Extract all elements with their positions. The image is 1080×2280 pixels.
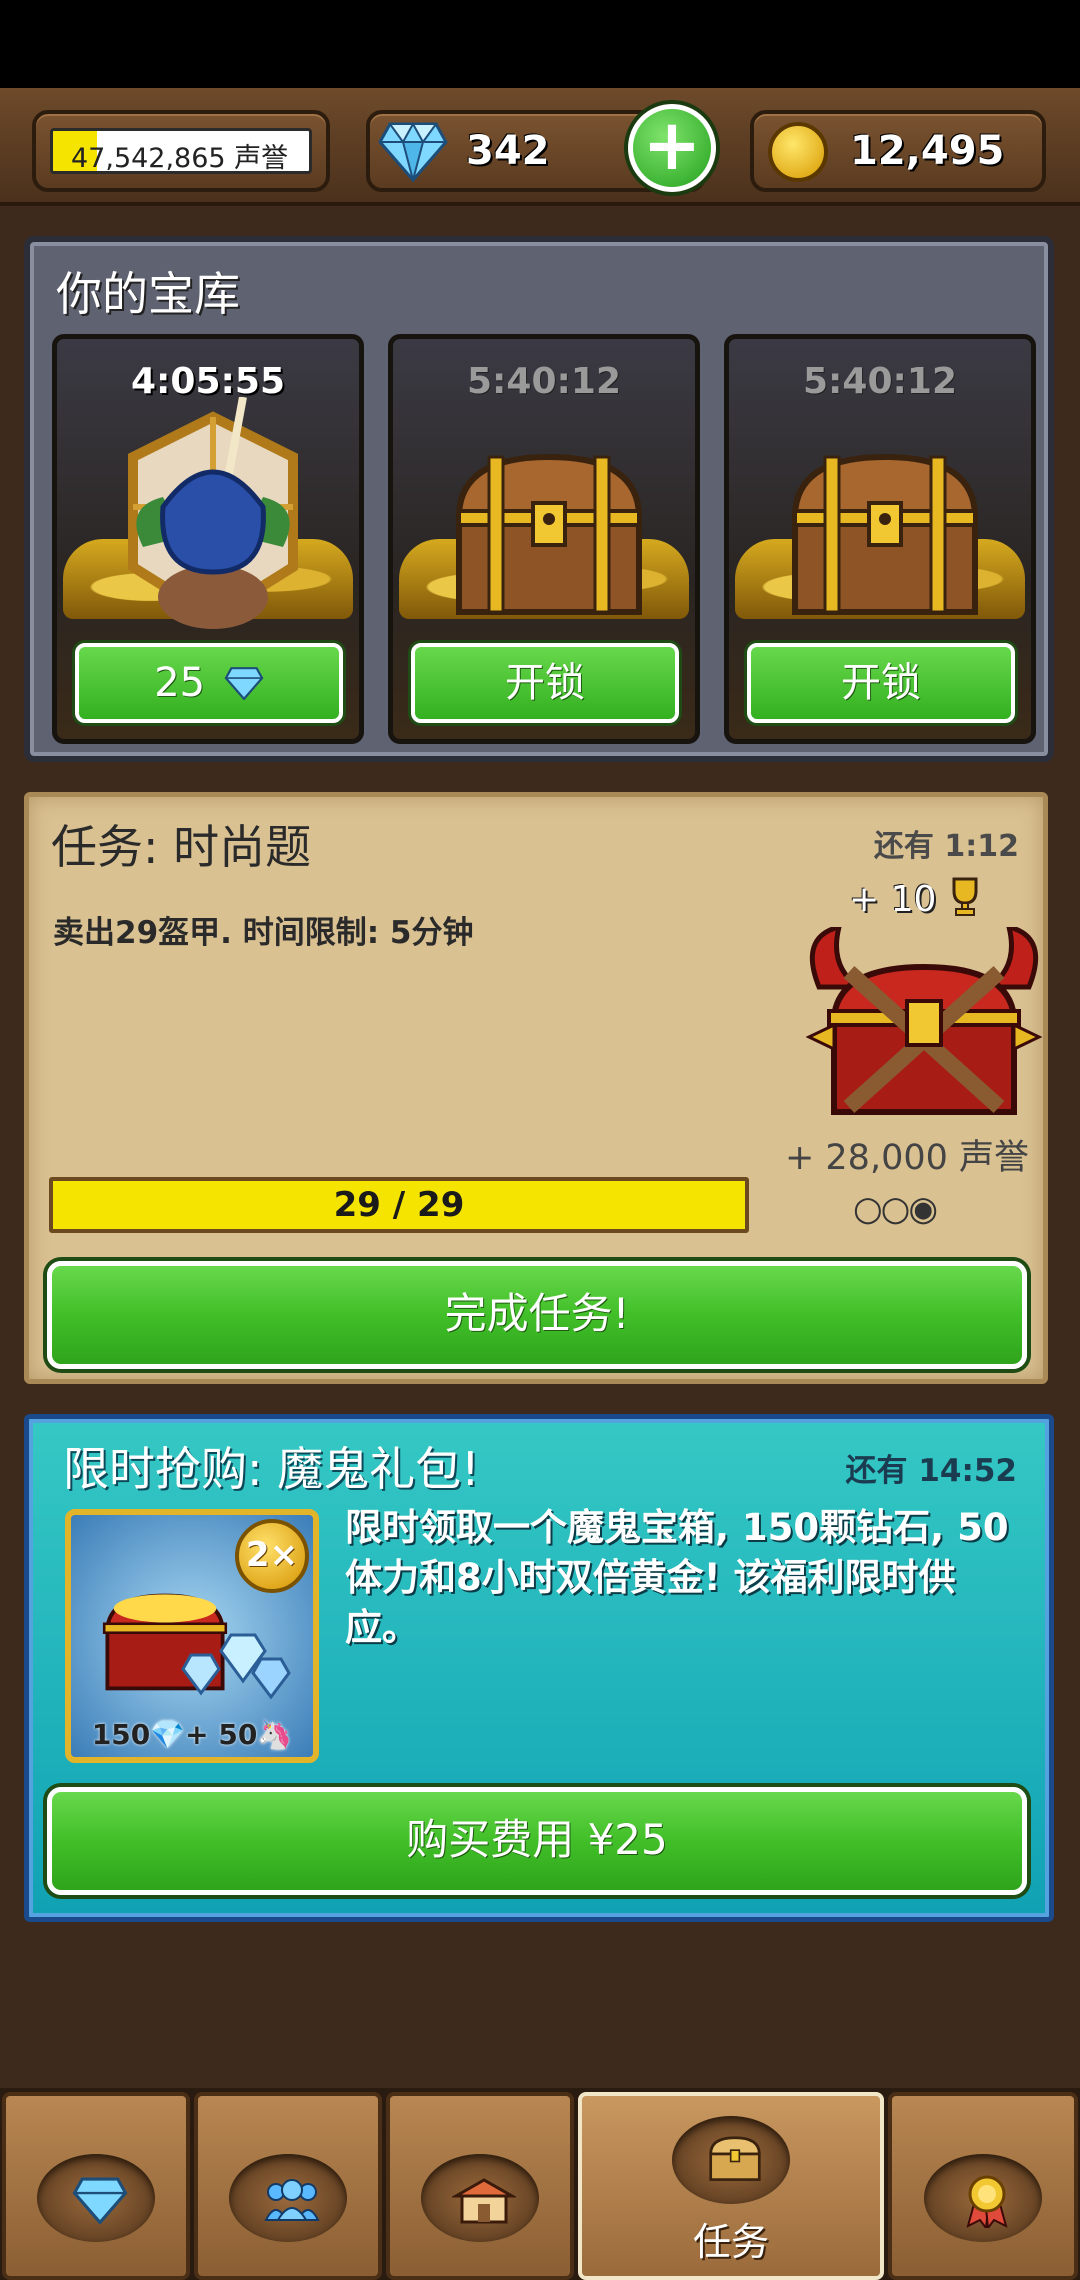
fame-counter: 47,542,865 声誉 bbox=[32, 110, 330, 192]
treasure-chest-icon bbox=[791, 453, 979, 615]
trophy-reward-value: + 10 bbox=[849, 879, 937, 920]
quest-panel: 任务: 时尚题 还有 1:12 卖出29盔甲. 时间限制: 5分钟 + 10 +… bbox=[24, 792, 1048, 1384]
gem-count: 342 bbox=[466, 128, 550, 174]
gold-coin-icon bbox=[768, 122, 828, 182]
vault-title: 你的宝库 bbox=[56, 267, 240, 321]
vault-slot-1[interactable]: 4:05:55 25 bbox=[52, 334, 364, 744]
add-gems-button[interactable]: + bbox=[628, 104, 716, 192]
bottom-navigation: 任务 bbox=[0, 2088, 1080, 2280]
nav-quests-label: 任务 bbox=[692, 2220, 769, 2264]
vault-panel: 你的宝库 4:05:55 25 5:40:12 开锁 5:40:12 开锁 bbox=[24, 236, 1054, 762]
devil-chest-icon bbox=[805, 927, 1043, 1115]
vault-slot-2[interactable]: 5:40:12 开锁 bbox=[388, 334, 700, 744]
flash-sale-description: 限时领取一个魔鬼宝箱, 150颗钻石, 50体力和8小时双倍黄金! 该福利限时供… bbox=[345, 1506, 1009, 1649]
diamond-pile-icon bbox=[181, 1633, 291, 1700]
top-hud: 47,542,865 声誉 342 + 12,495 bbox=[0, 88, 1080, 206]
speedup-button[interactable]: 25 bbox=[75, 643, 343, 723]
gem-icon bbox=[72, 2177, 128, 2224]
fame-progress-bar: 47,542,865 声誉 bbox=[50, 128, 312, 174]
trophy-reward: + 10 bbox=[849, 877, 982, 920]
nav-social[interactable] bbox=[194, 2092, 382, 2280]
gold-count: 12,495 bbox=[850, 128, 1005, 174]
complete-quest-button[interactable]: 完成任务! bbox=[47, 1261, 1027, 1369]
diamond-icon bbox=[224, 667, 264, 701]
flash-sale-panel: 限时抢购: 魔鬼礼包! 还有 14:52 2× 150💎+ 50🦄 限时领取一个… bbox=[24, 1414, 1054, 1922]
nav-shop-gems[interactable] bbox=[2, 2092, 190, 2280]
flash-sale-title: 限时抢购: 魔鬼礼包! bbox=[63, 1442, 480, 1496]
fame-value: 47,542,865 声誉 bbox=[71, 143, 289, 174]
slot-timer: 5:40:12 bbox=[802, 361, 958, 402]
quest-description: 卖出29盔甲. 时间限制: 5分钟 bbox=[53, 915, 474, 951]
slot-timer: 5:40:12 bbox=[466, 361, 622, 402]
quest-title: 任务: 时尚题 bbox=[51, 820, 312, 874]
treasure-chest-icon bbox=[455, 453, 643, 615]
trophy-icon bbox=[952, 877, 978, 916]
unlock-button[interactable]: 开锁 bbox=[411, 643, 679, 723]
devil-pack-image: 2× 150💎+ 50🦄 bbox=[65, 1509, 319, 1763]
unlock-button[interactable]: 开锁 bbox=[747, 643, 1015, 723]
shop-icon bbox=[452, 2178, 516, 2224]
medal-icon bbox=[966, 2175, 1008, 2228]
flash-sale-time-left: 还有 14:52 bbox=[845, 1453, 1017, 1489]
buy-pack-button[interactable]: 购买费用 ¥25 bbox=[47, 1787, 1027, 1895]
diamond-icon bbox=[378, 121, 448, 182]
nav-achievements[interactable] bbox=[888, 2092, 1078, 2280]
nav-quests[interactable]: 任务 bbox=[578, 2092, 884, 2280]
quest-time-left: 还有 1:12 bbox=[873, 829, 1019, 864]
pack-contents-caption: 150💎+ 50🦄 bbox=[91, 1718, 293, 1751]
gem-counter: 342 + bbox=[366, 104, 716, 192]
gold-counter: 12,495 bbox=[750, 110, 1046, 192]
hooded-goblin-icon bbox=[128, 397, 298, 629]
quest-progress-text: 29 / 29 bbox=[333, 1185, 465, 1225]
fame-reward: + 28,000 声誉 bbox=[784, 1138, 1029, 1178]
speedup-cost: 25 bbox=[154, 660, 206, 706]
quest-progress-bar: 29 / 29 bbox=[49, 1177, 749, 1233]
vault-slot-3[interactable]: 5:40:12 开锁 bbox=[724, 334, 1036, 744]
nav-shop[interactable] bbox=[386, 2092, 574, 2280]
status-bar bbox=[0, 0, 1080, 88]
slot-timer: 4:05:55 bbox=[130, 361, 286, 402]
quest-stage-indicator: ○○◉ bbox=[853, 1189, 938, 1229]
people-icon bbox=[264, 2179, 320, 2221]
double-gold-badge: 2× bbox=[235, 1519, 309, 1593]
chest-icon bbox=[709, 2136, 761, 2181]
